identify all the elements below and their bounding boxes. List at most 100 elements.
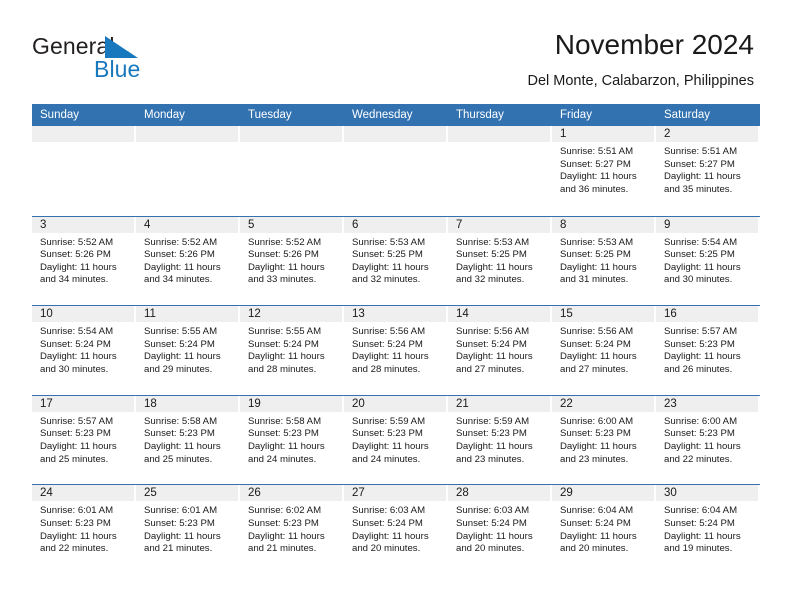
day-details: Sunrise: 5:59 AM Sunset: 5:23 PM Daylight:… xyxy=(448,412,552,466)
day-number: 23 xyxy=(664,397,677,410)
day-cell-empty xyxy=(448,126,552,216)
day-number: 16 xyxy=(664,308,677,321)
day-number-band: 19 xyxy=(240,395,343,412)
sunrise-text: Sunrise: 5:56 AM xyxy=(456,326,530,338)
day-cell[interactable]: 9 Sunrise: 5:54 AM Sunset: 5:25 PM Daylight… xyxy=(656,216,760,306)
daylight-text: Daylight: 11 hours and 20 minutes. xyxy=(352,530,429,555)
day-cell[interactable]: 13 Sunrise: 5:56 AM Sunset: 5:24 PM Dayligh… xyxy=(344,306,448,395)
day-number-band xyxy=(344,126,447,142)
day-details: Sunrise: 6:03 AM Sunset: 5:24 PM Daylight:… xyxy=(448,501,552,555)
sunset-text: Sunset: 5:24 PM xyxy=(352,338,423,350)
day-details: Sunrise: 5:55 AM Sunset: 5:24 PM Daylight:… xyxy=(240,322,344,376)
daylight-text: Daylight: 11 hours and 28 minutes. xyxy=(248,351,325,375)
sunset-text: Sunset: 5:26 PM xyxy=(144,249,215,261)
day-cell[interactable]: 15 Sunrise: 5:56 AM Sunset: 5:24 PM Dayligh… xyxy=(552,306,656,395)
day-cell[interactable]: 25 Sunrise: 6:01 AM Sunset: 5:23 PM Dayligh… xyxy=(136,485,240,574)
sunset-text: Sunset: 5:23 PM xyxy=(352,428,423,440)
day-cell[interactable]: 8 Sunrise: 5:53 AM Sunset: 5:25 PM Daylight… xyxy=(552,216,656,306)
sunset-text: Sunset: 5:23 PM xyxy=(560,428,631,440)
sunrise-text: Sunrise: 5:51 AM xyxy=(664,146,738,157)
day-cell[interactable]: 24 Sunrise: 6:01 AM Sunset: 5:23 PM Dayligh… xyxy=(32,485,136,574)
day-cell[interactable]: 14 Sunrise: 5:56 AM Sunset: 5:24 PM Dayligh… xyxy=(448,306,552,395)
day-details: Sunrise: 5:56 AM Sunset: 5:24 PM Daylight:… xyxy=(552,322,656,376)
day-details: Sunrise: 5:56 AM Sunset: 5:24 PM Daylight:… xyxy=(344,322,448,376)
sunrise-text: Sunrise: 5:58 AM xyxy=(248,415,322,427)
day-number: 18 xyxy=(144,397,157,410)
day-cell[interactable]: 23 Sunrise: 6:00 AM Sunset: 5:23 PM Dayligh… xyxy=(656,395,760,485)
day-cell[interactable]: 28 Sunrise: 6:03 AM Sunset: 5:24 PM Dayligh… xyxy=(448,485,552,574)
calendar-week-row: 3 Sunrise: 5:52 AM Sunset: 5:26 PM Daylight… xyxy=(32,215,760,306)
generalblue-logo[interactable]: General Blue xyxy=(32,33,222,85)
day-cell[interactable]: 19 Sunrise: 5:58 AM Sunset: 5:23 PM Dayligh… xyxy=(240,395,344,485)
day-cell[interactable]: 20 Sunrise: 5:59 AM Sunset: 5:23 PM Dayligh… xyxy=(344,395,448,485)
weekday-header-friday: Friday xyxy=(560,109,592,121)
day-number-band: 21 xyxy=(448,395,551,412)
day-cell[interactable]: 11 Sunrise: 5:55 AM Sunset: 5:24 PM Dayligh… xyxy=(136,306,240,395)
logo-text-blue: Blue xyxy=(94,56,141,82)
day-number-band xyxy=(240,126,343,142)
sunset-text: Sunset: 5:23 PM xyxy=(40,428,111,440)
sunrise-text: Sunrise: 5:51 AM xyxy=(560,146,634,157)
sunrise-text: Sunrise: 5:52 AM xyxy=(248,236,322,248)
day-number-band: 23 xyxy=(656,395,759,412)
day-cell[interactable]: 7 Sunrise: 5:53 AM Sunset: 5:25 PM Daylight… xyxy=(448,216,552,306)
day-cell[interactable]: 1 Sunrise: 5:51 AM Sunset: 5:27 PM Daylight… xyxy=(552,126,656,216)
title-block: November 2024 Del Monte, Calabarzon, Phi… xyxy=(528,28,755,90)
day-details: Sunrise: 5:52 AM Sunset: 5:26 PM Daylight:… xyxy=(240,233,344,287)
day-number-band: 26 xyxy=(240,485,343,502)
day-number-band: 9 xyxy=(656,216,759,233)
day-details: Sunrise: 5:53 AM Sunset: 5:25 PM Daylight:… xyxy=(552,233,656,287)
day-details: Sunrise: 5:53 AM Sunset: 5:25 PM Daylight:… xyxy=(448,233,552,287)
day-cell[interactable]: 22 Sunrise: 6:00 AM Sunset: 5:23 PM Dayligh… xyxy=(552,395,656,485)
page-subtitle: Del Monte, Calabarzon, Philippines xyxy=(527,73,755,89)
day-cell[interactable]: 17 Sunrise: 5:57 AM Sunset: 5:23 PM Dayligh… xyxy=(32,395,136,485)
day-cell[interactable]: 12 Sunrise: 5:55 AM Sunset: 5:24 PM Dayligh… xyxy=(240,306,344,395)
daylight-text: Daylight: 11 hours and 31 minutes. xyxy=(560,261,637,286)
day-cell-empty xyxy=(240,126,344,216)
day-cell[interactable]: 6 Sunrise: 5:53 AM Sunset: 5:25 PM Daylight… xyxy=(344,216,448,306)
sunset-text: Sunset: 5:24 PM xyxy=(352,517,423,529)
sunrise-text: Sunrise: 6:00 AM xyxy=(560,415,634,427)
day-cell[interactable]: 30 Sunrise: 6:04 AM Sunset: 5:24 PM Dayligh… xyxy=(656,485,760,574)
sunset-text: Sunset: 5:25 PM xyxy=(352,249,423,261)
daylight-text: Daylight: 11 hours and 34 minutes. xyxy=(40,261,117,286)
day-cell[interactable]: 29 Sunrise: 6:04 AM Sunset: 5:24 PM Dayligh… xyxy=(552,485,656,574)
day-cell[interactable]: 5 Sunrise: 5:52 AM Sunset: 5:26 PM Daylight… xyxy=(240,216,344,306)
day-cell[interactable]: 21 Sunrise: 5:59 AM Sunset: 5:23 PM Dayligh… xyxy=(448,395,552,485)
sunset-text: Sunset: 5:24 PM xyxy=(248,338,319,350)
sunrise-text: Sunrise: 5:53 AM xyxy=(560,236,634,248)
day-cell[interactable]: 27 Sunrise: 6:03 AM Sunset: 5:24 PM Dayligh… xyxy=(344,485,448,574)
day-number-band: 12 xyxy=(240,306,343,323)
sunset-text: Sunset: 5:23 PM xyxy=(248,428,319,440)
day-number: 9 xyxy=(664,218,671,231)
day-details: Sunrise: 5:54 AM Sunset: 5:25 PM Daylight:… xyxy=(656,233,760,287)
day-cell[interactable]: 4 Sunrise: 5:52 AM Sunset: 5:26 PM Daylight… xyxy=(136,216,240,306)
day-cell[interactable]: 10 Sunrise: 5:54 AM Sunset: 5:24 PM Dayligh… xyxy=(32,306,136,395)
day-details: Sunrise: 5:52 AM Sunset: 5:26 PM Daylight:… xyxy=(32,233,136,287)
day-number: 22 xyxy=(560,397,573,410)
day-details: Sunrise: 6:01 AM Sunset: 5:23 PM Daylight:… xyxy=(136,501,240,555)
day-number-band xyxy=(448,126,551,142)
day-number: 1 xyxy=(560,128,567,140)
day-number: 19 xyxy=(248,397,261,410)
sunrise-text: Sunrise: 5:59 AM xyxy=(456,415,530,427)
day-cell[interactable]: 26 Sunrise: 6:02 AM Sunset: 5:23 PM Dayligh… xyxy=(240,485,344,574)
day-cell[interactable]: 3 Sunrise: 5:52 AM Sunset: 5:26 PM Daylight… xyxy=(32,216,136,306)
day-details: Sunrise: 5:55 AM Sunset: 5:24 PM Daylight:… xyxy=(136,322,240,376)
sunset-text: Sunset: 5:23 PM xyxy=(664,428,735,440)
sunrise-text: Sunrise: 6:03 AM xyxy=(456,505,530,517)
day-number-band: 24 xyxy=(32,485,135,502)
day-number-band: 22 xyxy=(552,395,655,412)
day-cell[interactable]: 2 Sunrise: 5:51 AM Sunset: 5:27 PM Daylight… xyxy=(656,126,760,216)
day-number-band: 28 xyxy=(448,485,551,502)
day-number-band: 10 xyxy=(32,306,135,323)
sunset-text: Sunset: 5:23 PM xyxy=(144,517,215,529)
day-details: Sunrise: 5:54 AM Sunset: 5:24 PM Daylight:… xyxy=(32,322,136,376)
sunrise-text: Sunrise: 5:57 AM xyxy=(40,415,114,427)
day-cell[interactable]: 18 Sunrise: 5:58 AM Sunset: 5:23 PM Dayligh… xyxy=(136,395,240,485)
day-number: 25 xyxy=(144,487,157,500)
weekday-header-thursday: Thursday xyxy=(456,109,504,121)
day-details: Sunrise: 6:01 AM Sunset: 5:23 PM Daylight:… xyxy=(32,501,136,555)
sunset-text: Sunset: 5:23 PM xyxy=(456,428,527,440)
day-cell[interactable]: 16 Sunrise: 5:57 AM Sunset: 5:23 PM Dayligh… xyxy=(656,306,760,395)
